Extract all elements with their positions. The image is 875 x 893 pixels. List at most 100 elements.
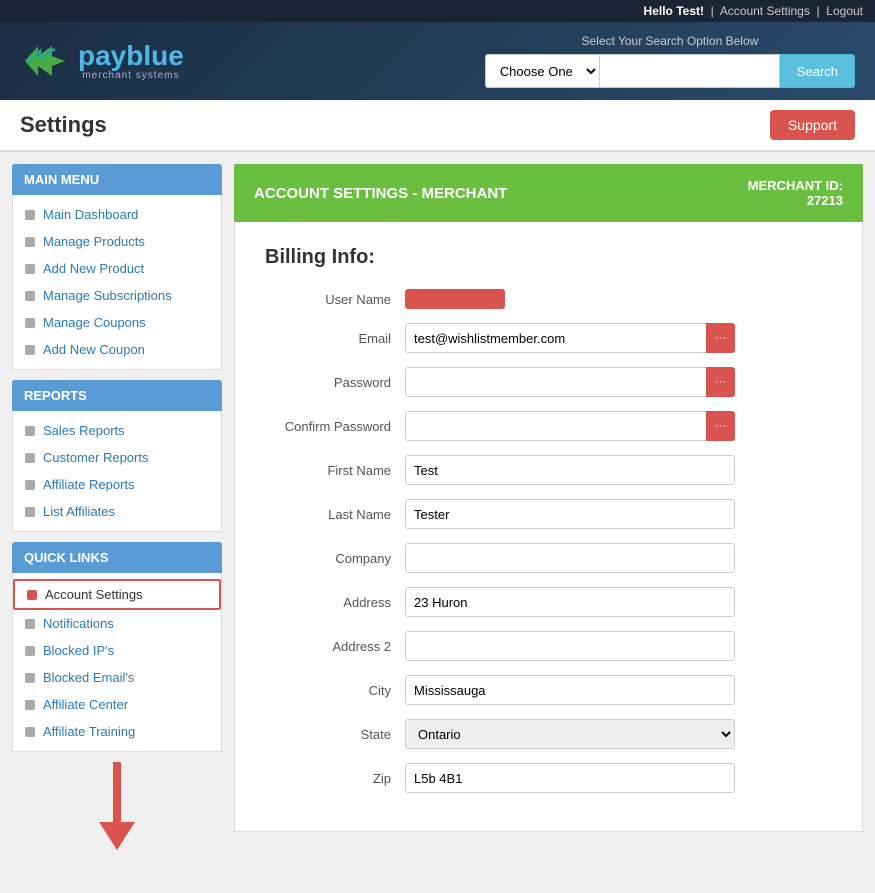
bullet-icon [25, 619, 35, 629]
password-action-btn[interactable]: ··· [706, 367, 735, 397]
email-field: ··· [405, 323, 832, 353]
sidebar-item-blocked-ips[interactable]: Blocked IP's [13, 637, 221, 664]
sidebar-item-affiliate-training[interactable]: Affiliate Training [13, 718, 221, 745]
sidebar-item-affiliate-reports[interactable]: Affiliate Reports [13, 471, 221, 498]
bullet-icon [25, 426, 35, 436]
last-name-label: Last Name [265, 507, 405, 522]
form-row-confirm-password: Confirm Password ··· [265, 411, 832, 441]
logo-subtitle: merchant systems [78, 70, 184, 81]
email-input-group: ··· [405, 323, 735, 353]
sidebar-item-add-new-product[interactable]: Add New Product [13, 255, 221, 282]
search-select[interactable]: Choose One [485, 54, 600, 88]
quick-links-header: QUICK LINKS [12, 542, 222, 573]
zip-input[interactable] [405, 763, 735, 793]
bullet-icon [25, 480, 35, 490]
red-arrow [99, 762, 135, 850]
sidebar-item-manage-products[interactable]: Manage Products [13, 228, 221, 255]
sidebar-item-main-dashboard[interactable]: Main Dashboard [13, 201, 221, 228]
first-name-label: First Name [265, 463, 405, 478]
content-header-title: ACCOUNT SETTINGS - MERCHANT [254, 185, 507, 202]
sidebar-item-manage-subscriptions[interactable]: Manage Subscriptions [13, 282, 221, 309]
sidebar-item-account-settings[interactable]: Account Settings [13, 579, 221, 610]
sidebar-item-affiliate-center[interactable]: Affiliate Center [13, 691, 221, 718]
sidebar-item-customer-reports[interactable]: Customer Reports [13, 444, 221, 471]
company-label: Company [265, 551, 405, 566]
bullet-icon [25, 264, 35, 274]
search-row: Choose One Search [485, 54, 855, 88]
logo-pay: pay [78, 40, 126, 71]
first-name-field [405, 455, 832, 485]
zip-field [405, 763, 832, 793]
last-name-field [405, 499, 832, 529]
password-label: Password [265, 375, 405, 390]
logo-blue: blue [126, 40, 184, 71]
sidebar-item-manage-coupons[interactable]: Manage Coupons [13, 309, 221, 336]
state-select[interactable]: Ontario [405, 719, 735, 749]
logo-icon [20, 41, 70, 81]
bullet-icon [25, 646, 35, 656]
form-row-address2: Address 2 [265, 631, 832, 661]
form-row-city: City [265, 675, 832, 705]
top-bar: Hello Test! | Account Settings | Logout [0, 0, 875, 22]
bullet-icon [25, 318, 35, 328]
search-button[interactable]: Search [780, 54, 855, 88]
email-input[interactable] [405, 323, 706, 353]
sidebar-item-blocked-emails[interactable]: Blocked Email's [13, 664, 221, 691]
company-field [405, 543, 832, 573]
sidebar-item-add-new-coupon[interactable]: Add New Coupon [13, 336, 221, 363]
reports-body: Sales Reports Customer Reports Affiliate… [12, 411, 222, 532]
form-row-first-name: First Name [265, 455, 832, 485]
city-label: City [265, 683, 405, 698]
address2-label: Address 2 [265, 639, 405, 654]
address-label: Address [265, 595, 405, 610]
account-settings-link[interactable]: Account Settings [720, 4, 810, 18]
email-label: Email [265, 331, 405, 346]
content-body: Billing Info: User Name Email ··· [234, 222, 863, 832]
username-label: User Name [265, 292, 405, 307]
search-label: Select Your Search Option Below [485, 34, 855, 48]
search-input[interactable] [600, 54, 780, 88]
sidebar-item-sales-reports[interactable]: Sales Reports [13, 417, 221, 444]
page-title-bar: Settings Support [0, 100, 875, 152]
password-input[interactable] [405, 367, 706, 397]
first-name-input[interactable] [405, 455, 735, 485]
form-row-username: User Name [265, 289, 832, 309]
arrow-line [113, 762, 121, 822]
email-action-btn[interactable]: ··· [706, 323, 735, 353]
confirm-password-input-group: ··· [405, 411, 735, 441]
form-row-state: State Ontario [265, 719, 832, 749]
city-input[interactable] [405, 675, 735, 705]
bullet-icon [25, 210, 35, 220]
merchant-id-value: 27213 [748, 193, 843, 208]
bullet-icon [27, 590, 37, 600]
main-layout: MAIN MENU Main Dashboard Manage Products… [0, 152, 875, 885]
bullet-icon [25, 453, 35, 463]
sidebar-item-notifications[interactable]: Notifications [13, 610, 221, 637]
support-button[interactable]: Support [770, 110, 855, 140]
sidebar-item-list-affiliates[interactable]: List Affiliates [13, 498, 221, 525]
bullet-icon [25, 700, 35, 710]
logout-link[interactable]: Logout [826, 4, 863, 18]
address-input[interactable] [405, 587, 735, 617]
greeting: Hello Test! [644, 4, 704, 18]
page-title: Settings [20, 112, 107, 138]
header: payblue merchant systems Select Your Sea… [0, 22, 875, 100]
company-input[interactable] [405, 543, 735, 573]
confirm-password-label: Confirm Password [265, 419, 405, 434]
form-row-email: Email ··· [265, 323, 832, 353]
confirm-password-input[interactable] [405, 411, 706, 441]
bullet-icon [25, 507, 35, 517]
search-area: Select Your Search Option Below Choose O… [485, 34, 855, 88]
confirm-password-action-btn[interactable]: ··· [706, 411, 735, 441]
merchant-id-block: MERCHANT ID: 27213 [748, 178, 843, 208]
address2-input[interactable] [405, 631, 735, 661]
last-name-input[interactable] [405, 499, 735, 529]
username-redacted [405, 289, 505, 309]
logo-area: payblue merchant systems [20, 41, 184, 81]
arrow-head [99, 822, 135, 850]
sidebar-main-menu: MAIN MENU Main Dashboard Manage Products… [12, 164, 222, 370]
sidebar: MAIN MENU Main Dashboard Manage Products… [12, 164, 222, 873]
merchant-id-label: MERCHANT ID: [748, 178, 843, 193]
main-menu-header: MAIN MENU [12, 164, 222, 195]
form-row-zip: Zip [265, 763, 832, 793]
